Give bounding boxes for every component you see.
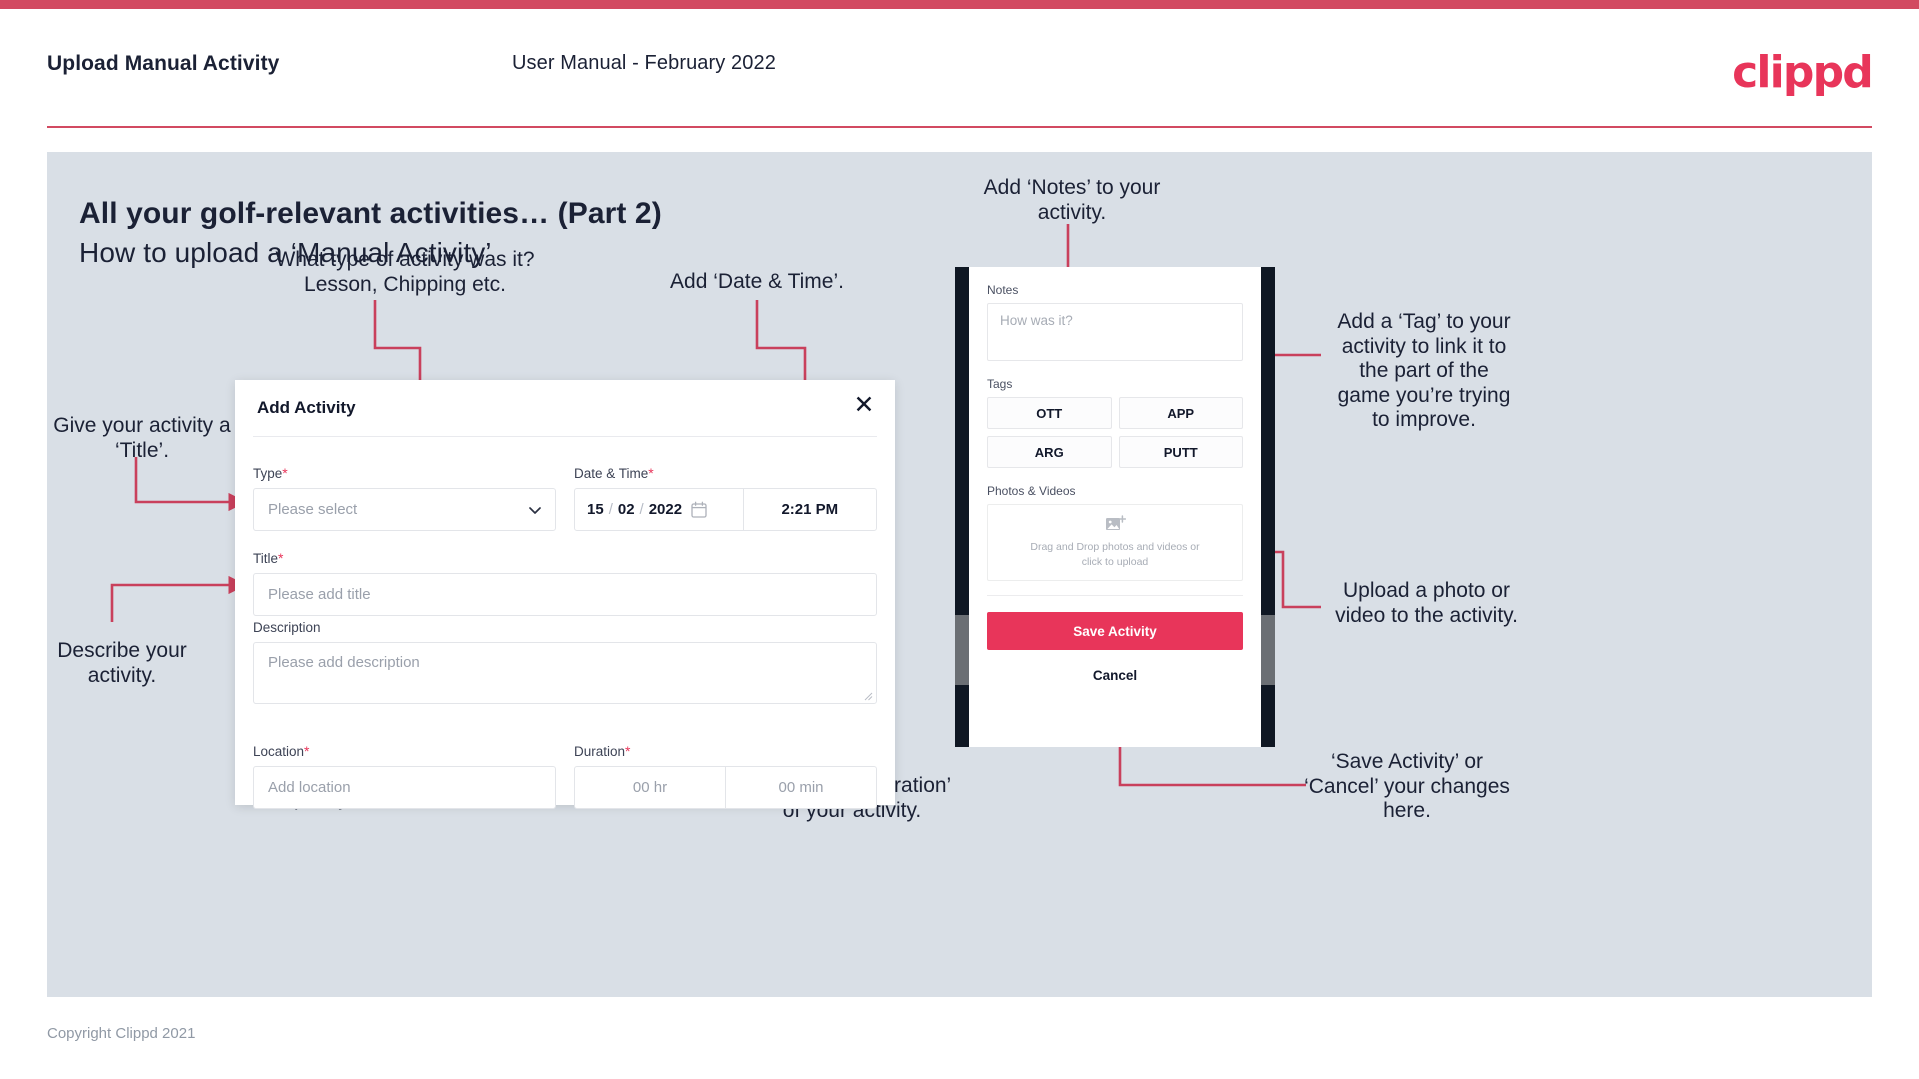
annotation-tags: Add a ‘Tag’ to your activity to link it …	[1337, 310, 1511, 432]
field-label-description: Description	[253, 620, 877, 635]
label-text-description: Description	[253, 620, 321, 635]
chevron-down-icon	[529, 506, 541, 514]
field-duration: Duration* 00 hr 00 min	[574, 743, 877, 809]
notes-section: Notes How was it?	[969, 267, 1261, 361]
clippd-logo: clippd	[1732, 47, 1874, 98]
footer-copyright: Copyright Clippd 2021	[47, 1025, 196, 1042]
date-input[interactable]: 15 / 02 / 2022	[575, 489, 744, 530]
form-row-type-datetime: Type* Please select Date & Time* 15 / 02…	[253, 465, 877, 531]
photos-section: Photos & Videos Drag and Drop photos and…	[969, 468, 1261, 581]
label-text-title: Title	[253, 551, 279, 566]
tags-grid: OTT APP ARG PUTT	[987, 397, 1243, 468]
tag-button-putt[interactable]: PUTT	[1118, 436, 1243, 468]
field-label-datetime: Date & Time*	[574, 465, 877, 481]
required-marker-location: *	[304, 743, 310, 759]
annotation-notes: Add ‘Notes’ to your activity.	[983, 176, 1161, 224]
phone-frame-left	[955, 267, 969, 747]
date-month: 02	[617, 501, 635, 518]
notes-placeholder: How was it?	[1000, 313, 1073, 328]
add-image-icon	[1105, 515, 1126, 531]
annotation-datetime: Add ‘Date & Time’.	[670, 270, 844, 293]
description-textarea[interactable]: Please add description	[253, 642, 877, 704]
page-subtitle: User Manual - February 2022	[512, 52, 776, 74]
tag-button-app[interactable]: APP	[1118, 397, 1243, 429]
top-accent-bar	[0, 0, 1919, 9]
annotation-type: What type of activity was it? Lesson, Ch…	[275, 248, 535, 296]
date-year: 2022	[648, 501, 683, 518]
dialog-title: Add Activity	[257, 398, 356, 417]
field-label-location: Location*	[253, 743, 556, 759]
annotation-description: Describe your activity.	[57, 639, 187, 687]
type-select[interactable]: Please select	[253, 488, 556, 531]
field-location: Location* Add location	[253, 743, 556, 809]
close-icon[interactable]: ✕	[851, 392, 877, 418]
dropzone-text: Drag and Drop photos and videos or click…	[1030, 541, 1200, 568]
duration-hours-input[interactable]: 00 hr	[575, 767, 726, 808]
calendar-icon[interactable]	[691, 501, 707, 518]
required-marker-title: *	[278, 550, 284, 566]
phone-mockup: Notes How was it? Tags OTT APP ARG PUTT …	[955, 267, 1275, 747]
slide-canvas: All your golf-relevant activities… (Part…	[47, 152, 1872, 997]
required-marker-duration: *	[625, 743, 631, 759]
annotation-upload: Upload a photo or video to the activity.	[1335, 579, 1518, 627]
resize-handle-icon[interactable]	[863, 691, 873, 701]
notes-label: Notes	[987, 283, 1019, 297]
page-title: Upload Manual Activity	[47, 52, 280, 75]
annotation-title: Give your activity a ‘Title’.	[53, 414, 231, 462]
tags-section: Tags OTT APP ARG PUTT	[969, 361, 1261, 468]
datetime-field: 15 / 02 / 2022 2:21 PM	[574, 488, 877, 531]
page-header: Upload Manual Activity User Manual - Feb…	[0, 9, 1919, 128]
description-placeholder: Please add description	[268, 654, 420, 671]
date-sep-1: /	[608, 501, 613, 518]
photo-dropzone[interactable]: Drag and Drop photos and videos or click…	[987, 504, 1243, 581]
label-text-duration: Duration	[574, 744, 626, 759]
field-label-type: Type*	[253, 465, 556, 481]
duration-field: 00 hr 00 min	[574, 766, 877, 809]
phone-frame-right	[1261, 267, 1275, 747]
date-day: 15	[587, 501, 604, 518]
label-text-type: Type	[253, 466, 283, 481]
location-input-placeholder: Add location	[268, 779, 351, 796]
tag-button-ott[interactable]: OTT	[987, 397, 1112, 429]
field-label-duration: Duration*	[574, 743, 877, 759]
notes-input[interactable]: How was it?	[987, 303, 1243, 361]
label-text-location: Location	[253, 744, 305, 759]
time-input[interactable]: 2:21 PM	[744, 489, 876, 530]
field-datetime: Date & Time* 15 / 02 / 2022 2:21 PM	[574, 465, 877, 531]
phone-screen: Notes How was it? Tags OTT APP ARG PUTT …	[969, 267, 1261, 747]
title-input[interactable]: Please add title	[253, 573, 877, 616]
add-activity-dialog: Add Activity ✕ Type* Please select Date	[235, 380, 895, 809]
slide-title: All your golf-relevant activities… (Part…	[79, 197, 662, 230]
header-divider	[47, 126, 1872, 128]
dialog-divider	[253, 436, 877, 437]
phone-divider	[987, 595, 1243, 596]
form-row-description: Description Please add description	[253, 620, 877, 704]
location-input[interactable]: Add location	[253, 766, 556, 809]
cancel-button[interactable]: Cancel	[969, 668, 1261, 683]
save-activity-button[interactable]: Save Activity	[987, 612, 1243, 650]
tag-button-arg[interactable]: ARG	[987, 436, 1112, 468]
field-type: Type* Please select	[253, 465, 556, 531]
phone-frame-right-accent	[1261, 615, 1275, 685]
annotation-save-cancel: ‘Save Activity’ or ‘Cancel’ your changes…	[1304, 750, 1510, 823]
required-marker-type: *	[282, 465, 288, 481]
title-input-placeholder: Please add title	[268, 586, 371, 603]
form-row-location-duration: Location* Add location Duration* 00 hr 0…	[253, 743, 877, 809]
label-text-datetime: Date & Time	[574, 466, 649, 481]
field-label-title: Title*	[253, 550, 877, 566]
date-sep-2: /	[639, 501, 644, 518]
form-row-title: Title* Please add title	[253, 550, 877, 616]
phone-frame-left-accent	[955, 615, 969, 685]
dialog-header: Add Activity ✕	[235, 380, 895, 436]
tags-label: Tags	[987, 377, 1013, 391]
duration-minutes-input[interactable]: 00 min	[726, 767, 876, 808]
photos-label: Photos & Videos	[987, 484, 1076, 498]
type-select-placeholder: Please select	[268, 501, 358, 518]
required-marker-datetime: *	[648, 465, 654, 481]
